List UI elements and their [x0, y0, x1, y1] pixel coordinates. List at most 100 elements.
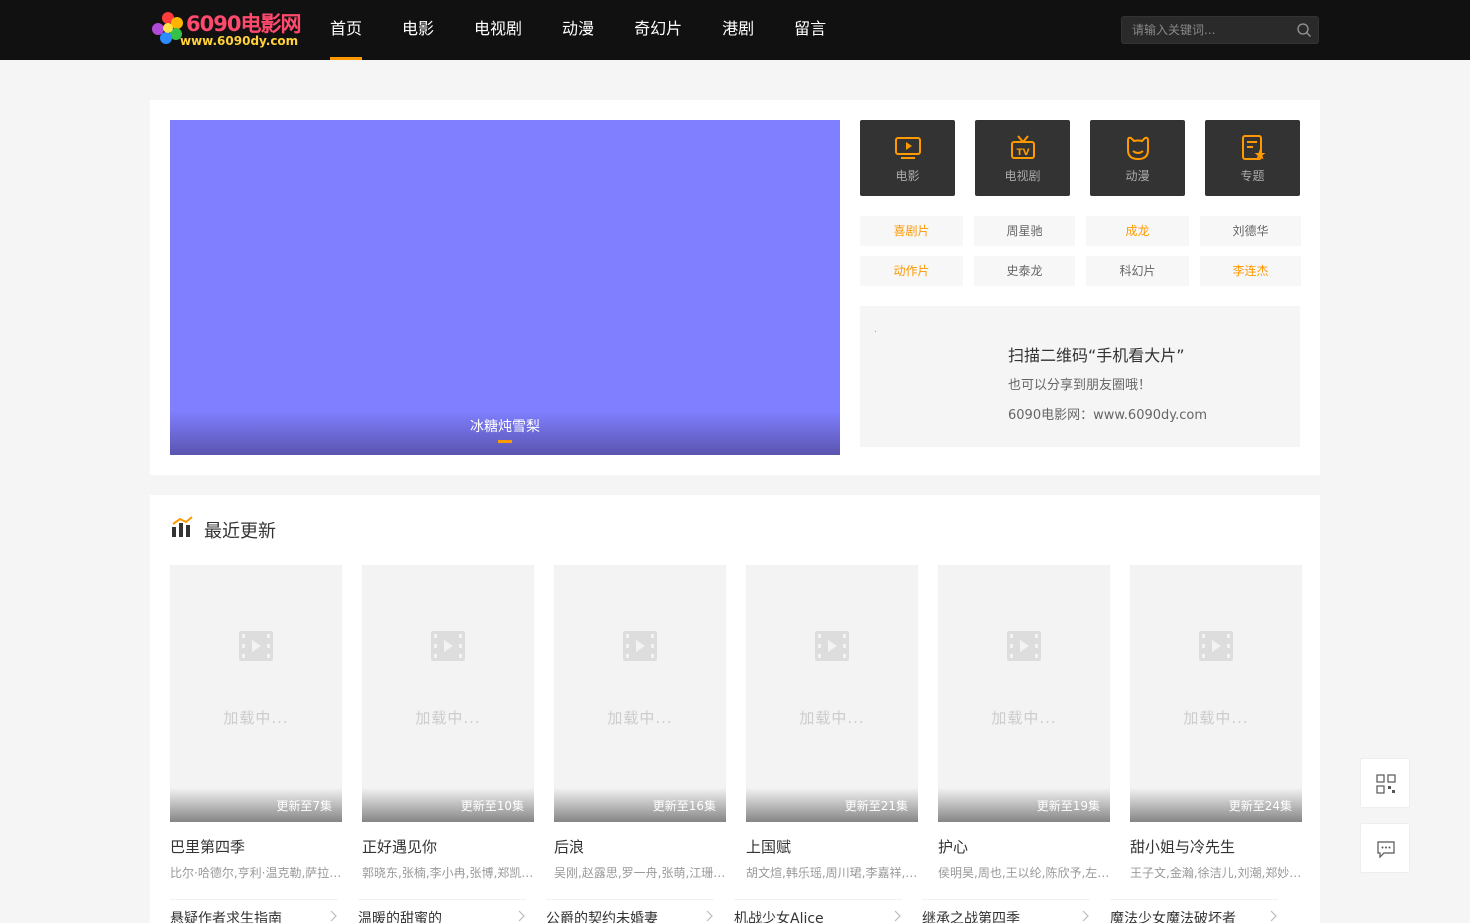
video-card: 加载中... 更新至21集 上国赋 胡文煊,韩乐瑶,周川珺,李嘉祥,张韶涵 [746, 565, 918, 881]
svg-text:TV: TV [1016, 148, 1029, 158]
video-title[interactable]: 后浪 [554, 836, 726, 857]
comment-icon [1377, 841, 1395, 859]
tag-jackie-chan[interactable]: 成龙 [1086, 216, 1189, 246]
list-item[interactable]: 公爵的契约未婚妻 [546, 899, 714, 923]
category-label: 专题 [1240, 169, 1265, 183]
loading-text: 加载中... [1183, 709, 1249, 727]
chevron-right-icon [330, 910, 337, 922]
list-item[interactable]: 继承之战第四季 [922, 899, 1090, 923]
tag-stephen-chow[interactable]: 周星驰 [974, 216, 1075, 246]
video-title[interactable]: 巴里第四季 [170, 836, 342, 857]
video-thumbnail[interactable]: 加载中... 更新至10集 [362, 565, 534, 822]
nav-item-tv[interactable]: 电视剧 [474, 0, 522, 60]
loading-text: 加载中... [799, 709, 865, 727]
list-item[interactable]: 悬疑作者求生指南 [170, 899, 338, 923]
video-actors: 郭晓东,张楠,李小冉,张博,郑凯,谭松韵 [362, 866, 534, 880]
episode-badge: 更新至10集 [460, 799, 524, 813]
featured-section: 冰糖炖雪梨 电影 TV 电视剧 动漫 专题 喜剧片 周星驰 成龙 刘德华 动作片… [150, 100, 1320, 475]
video-actors: 比尔·哈德尔,亨利·温克勒,萨拉·戈德伯格 [170, 866, 342, 880]
category-shortcuts: 电影 TV 电视剧 动漫 专题 [860, 120, 1300, 196]
video-actors: 胡文煊,韩乐瑶,周川珺,李嘉祥,张韶涵 [746, 866, 918, 880]
category-movie[interactable]: 电影 [860, 120, 955, 196]
chevron-right-icon [706, 910, 713, 922]
banner-caption[interactable]: 冰糖炖雪梨 [170, 416, 840, 436]
tag-jet-li[interactable]: 李连杰 [1200, 256, 1301, 286]
logo-url: www.6090dy.com [180, 34, 299, 48]
tag-action[interactable]: 动作片 [860, 256, 963, 286]
search-icon[interactable] [1296, 22, 1312, 38]
film-placeholder-icon [815, 631, 849, 661]
video-card: 加载中... 更新至19集 护心 侯明昊,周也,王以纶,陈欣予,左叶,王瑞 [938, 565, 1110, 881]
banner-slider[interactable]: 冰糖炖雪梨 [170, 120, 840, 455]
loading-text: 加载中... [415, 709, 481, 727]
feedback-float-button[interactable] [1360, 823, 1410, 873]
video-thumbnail[interactable]: 加载中... 更新至19集 [938, 565, 1110, 822]
video-thumbnail[interactable]: 加载中... 更新至21集 [746, 565, 918, 822]
chevron-right-icon [894, 910, 901, 922]
film-placeholder-icon [623, 631, 657, 661]
category-label: 电视剧 [1004, 169, 1041, 183]
nav-item-home[interactable]: 首页 [330, 0, 363, 60]
tag-andy-lau[interactable]: 刘德华 [1200, 216, 1301, 246]
search-input[interactable] [1122, 17, 1292, 43]
tag-scifi[interactable]: 科幻片 [1086, 256, 1189, 286]
film-placeholder-icon [1007, 631, 1041, 661]
episode-badge: 更新至21集 [844, 799, 908, 813]
list-item[interactable]: 机战少女Alice [734, 899, 902, 923]
chevron-right-icon [518, 910, 525, 922]
video-title[interactable]: 正好遇见你 [362, 836, 534, 857]
hot-tags: 喜剧片 周星驰 成龙 刘德华 动作片 史泰龙 科幻片 李连杰 [860, 216, 1301, 286]
loading-text: 加载中... [607, 709, 673, 727]
section-title: 最近更新 [204, 521, 276, 542]
nav-item-fantasy[interactable]: 奇幻片 [634, 0, 682, 60]
qr-code-icon [1376, 774, 1396, 794]
qr-site: 6090电影网：www.6090dy.com [1008, 408, 1207, 423]
loading-text: 加载中... [991, 709, 1057, 727]
qr-headline: 扫描二维码“手机看大片” [1008, 346, 1185, 365]
list-item[interactable]: 魔法少女魔法破坏者 [1110, 899, 1278, 923]
chevron-right-icon [1270, 910, 1277, 922]
nav-item-message[interactable]: 留言 [794, 0, 826, 60]
video-card: 加载中... 更新至24集 甜小姐与冷先生 王子文,金瀚,徐洁儿,刘潮,郑妙,王… [1130, 565, 1302, 881]
episode-badge: 更新至24集 [1228, 799, 1292, 813]
category-tv[interactable]: TV 电视剧 [975, 120, 1070, 196]
video-actors: 吴刚,赵露思,罗一舟,张萌,江珊,王劲松 [554, 866, 726, 880]
site-logo[interactable]: 6090电影网 www.6090dy.com [152, 8, 302, 52]
slider-indicator[interactable] [498, 440, 512, 443]
tag-comedy[interactable]: 喜剧片 [860, 216, 963, 246]
chevron-right-icon [1082, 910, 1089, 922]
video-card: 加载中... 更新至16集 后浪 吴刚,赵露思,罗一舟,张萌,江珊,王劲松 [554, 565, 726, 881]
category-label: 电影 [895, 169, 920, 183]
video-actors: 王子文,金瀚,徐洁儿,刘潮,郑妙,王若珊 [1130, 866, 1302, 880]
video-grid: 加载中... 更新至7集 巴里第四季 比尔·哈德尔,亨利·温克勒,萨拉·戈德伯格… [170, 565, 1302, 881]
list-item[interactable]: 温暖的甜蜜的 [358, 899, 526, 923]
video-thumbnail[interactable]: 加载中... 更新至16集 [554, 565, 726, 822]
anime-icon [1126, 136, 1149, 161]
search-box [1121, 16, 1319, 44]
category-anime[interactable]: 动漫 [1090, 120, 1185, 196]
category-topic[interactable]: 专题 [1205, 120, 1300, 196]
main-nav: 首页 电影 电视剧 动漫 奇幻片 港剧 留言 [330, 0, 866, 60]
video-title[interactable]: 上国赋 [746, 836, 918, 857]
video-thumbnail[interactable]: 加载中... 更新至7集 [170, 565, 342, 822]
video-thumbnail[interactable]: 加载中... 更新至24集 [1130, 565, 1302, 822]
loading-text: 加载中... [223, 709, 289, 727]
list-item-title: 继承之战第四季 [922, 911, 1020, 923]
nav-item-anime[interactable]: 动漫 [562, 0, 594, 60]
nav-item-hk-drama[interactable]: 港剧 [722, 0, 754, 60]
nav-item-movies[interactable]: 电影 [402, 0, 434, 60]
recent-updates-section: 最近更新 加载中... 更新至7集 巴里第四季 比尔·哈德尔,亨利·温克勒,萨拉… [150, 495, 1320, 923]
video-actors: 侯明昊,周也,王以纶,陈欣予,左叶,王瑞 [938, 866, 1110, 880]
episode-badge: 更新至16集 [652, 799, 716, 813]
video-title[interactable]: 护心 [938, 836, 1110, 857]
tag-stallone[interactable]: 史泰龙 [974, 256, 1075, 286]
video-title[interactable]: 甜小姐与冷先生 [1130, 836, 1302, 857]
tv-icon: TV [1010, 135, 1035, 159]
qr-float-button[interactable] [1360, 758, 1410, 808]
list-item-title: 公爵的契约未婚妻 [546, 911, 658, 923]
list-item-title: 温暖的甜蜜的 [358, 911, 442, 923]
video-card: 加载中... 更新至10集 正好遇见你 郭晓东,张楠,李小冉,张博,郑凯,谭松韵 [362, 565, 534, 881]
episode-badge: 更新至7集 [276, 799, 332, 813]
film-placeholder-icon [239, 631, 273, 661]
more-list: 悬疑作者求生指南 温暖的甜蜜的 公爵的契约未婚妻 机战少女Alice 继承之战第… [170, 899, 1278, 923]
